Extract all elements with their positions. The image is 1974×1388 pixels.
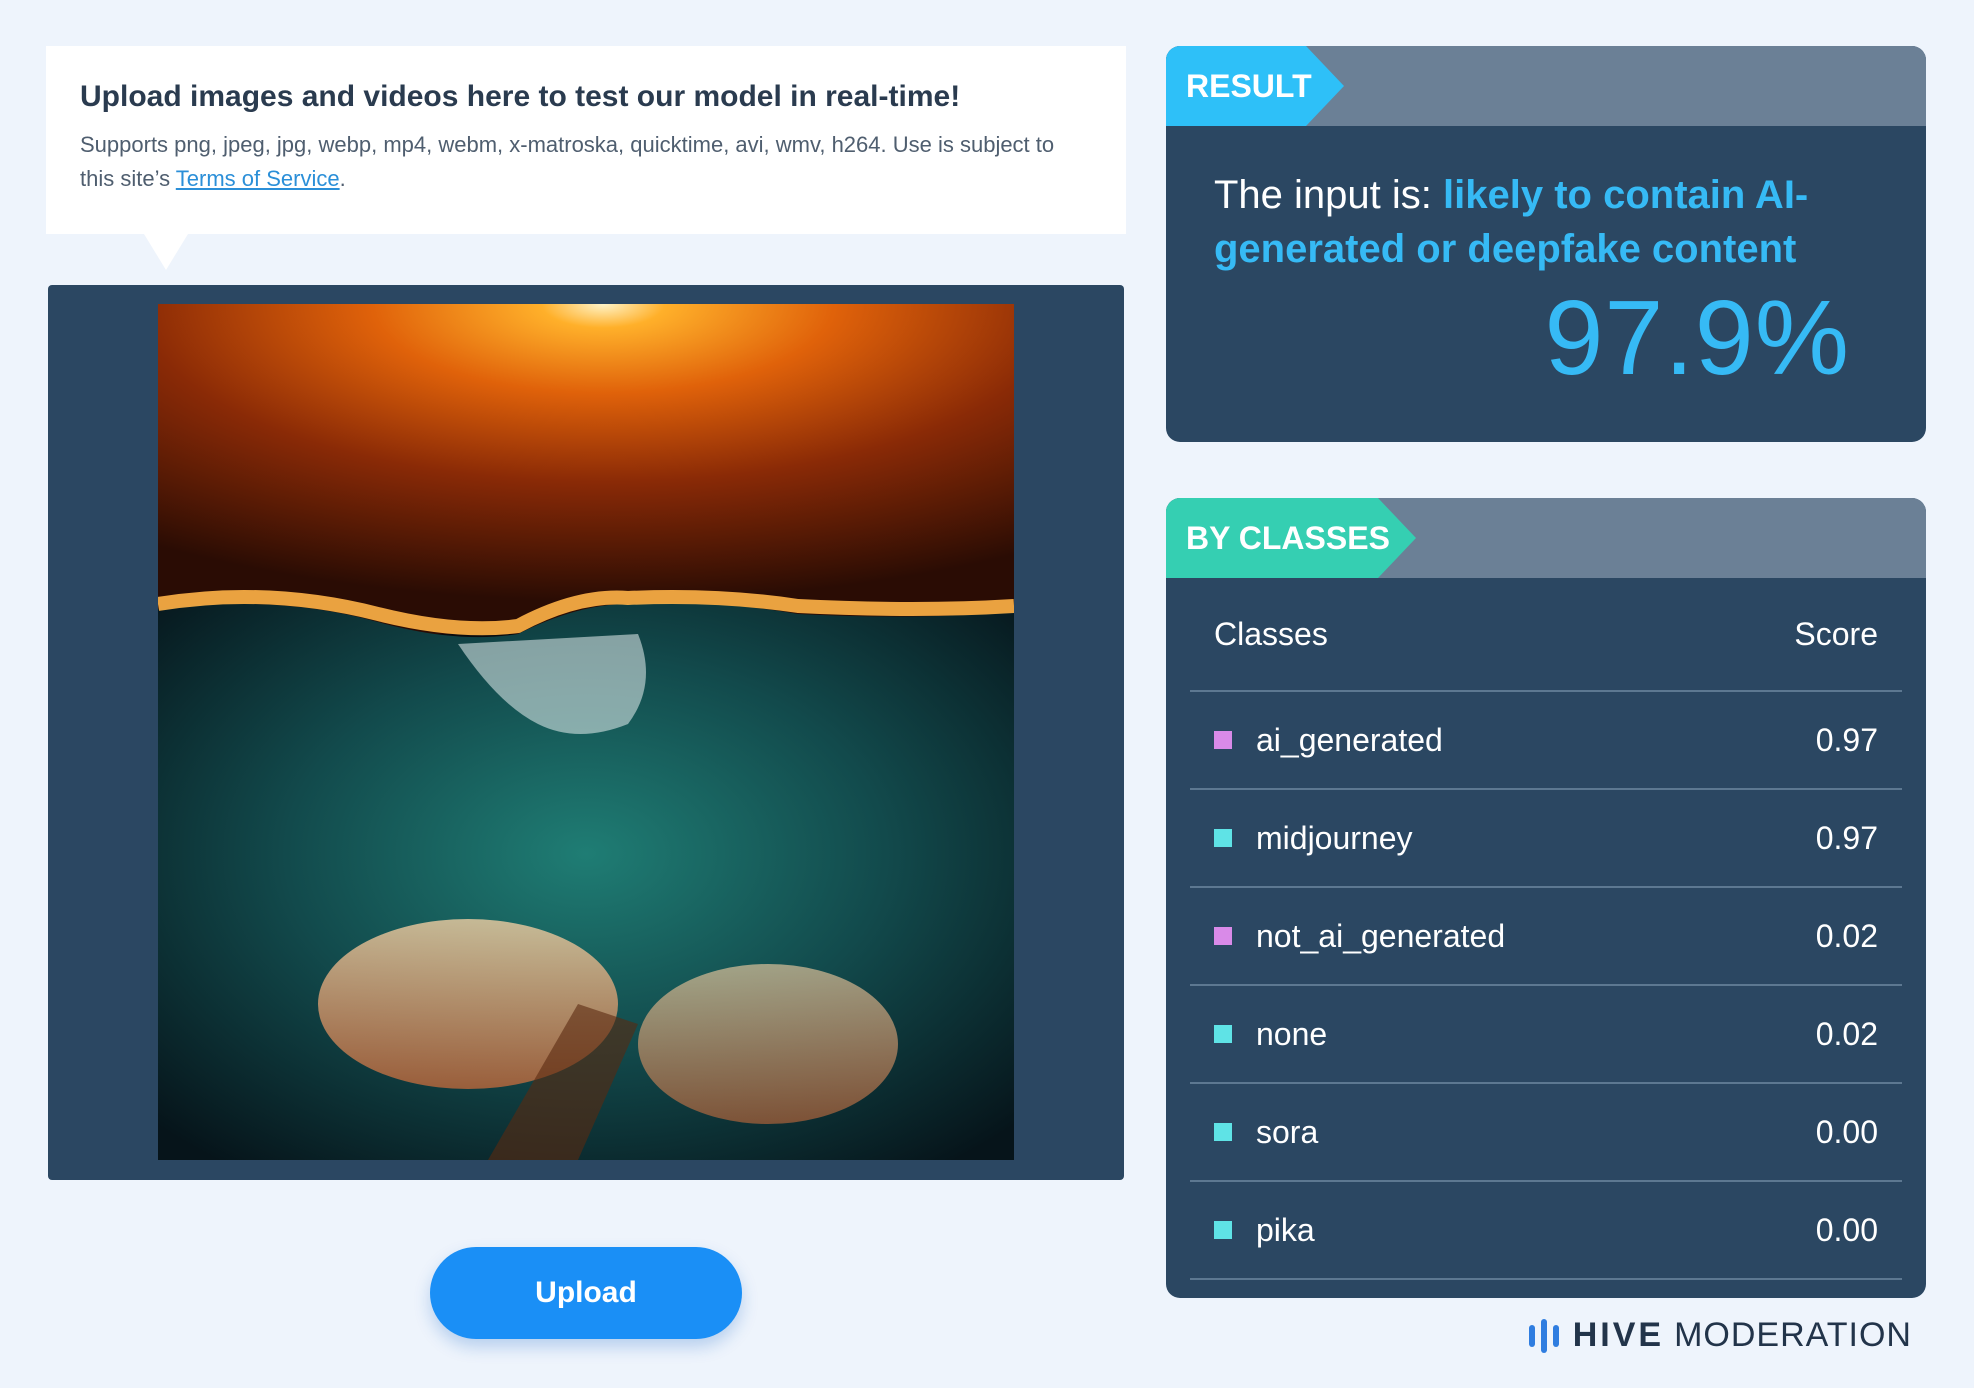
classes-panel: BY CLASSES Classes Score ai_generated 0.… [1166,498,1926,1298]
upload-button[interactable]: Upload [430,1247,742,1339]
info-title: Upload images and videos here to test ou… [80,80,961,113]
class-score: 0.00 [1815,1211,1878,1248]
terms-of-service-link[interactable]: Terms of Service [176,166,340,191]
subtitle-suffix: . [339,166,346,191]
info-card: Upload images and videos here to test ou… [46,46,1126,270]
table-row: sora 0.00 [1190,1084,1902,1182]
classes-column-header: Classes [1214,615,1328,652]
class-name: pika [1256,1211,1315,1248]
result-panel: RESULT The input is: likely to contain A… [1166,46,1926,442]
class-score: 0.02 [1815,917,1878,954]
class-color-swatch [1214,1221,1232,1239]
class-name: midjourney [1256,819,1413,856]
class-name: none [1256,1015,1328,1052]
class-score: 0.02 [1815,1015,1878,1052]
result-prefix: The input is: [1214,173,1444,217]
classes-table: Classes Score ai_generated 0.97 midjourn… [1190,578,1902,1280]
table-row: pika 0.00 [1190,1182,1902,1280]
classes-tag: BY CLASSES [1166,498,1416,578]
table-row: ai_generated 0.97 [1190,692,1902,790]
table-row: midjourney 0.97 [1190,790,1902,888]
result-panel-header: RESULT [1166,46,1926,126]
class-score: 0.97 [1815,721,1878,758]
class-color-swatch [1214,927,1232,945]
class-color-swatch [1214,731,1232,749]
uploaded-image [158,304,1014,1160]
table-header: Classes Score [1190,578,1902,692]
result-statement: The input is: likely to contain AI-gener… [1214,168,1834,276]
brand-hive: HIVE [1572,1316,1665,1354]
info-subtitle: Supports png, jpeg, jpg, webp, mp4, webm… [80,128,1092,196]
class-color-swatch [1214,1025,1232,1043]
result-score: 97.9% [1544,279,1850,397]
hive-moderation-logo[interactable]: HIVE MODERATION [1527,1316,1912,1355]
result-tag: RESULT [1166,46,1344,126]
class-color-swatch [1214,829,1232,847]
brand-moderation: MODERATION [1674,1316,1912,1354]
score-column-header: Score [1794,615,1878,652]
classes-panel-header: BY CLASSES [1166,498,1926,578]
media-preview [48,285,1124,1180]
class-name: ai_generated [1256,721,1443,758]
table-row: not_ai_generated 0.02 [1190,888,1902,986]
class-name: sora [1256,1113,1319,1150]
hive-bars-icon [1528,1318,1559,1353]
class-name: not_ai_generated [1256,917,1506,954]
class-color-swatch [1214,1123,1232,1141]
class-score: 0.00 [1815,1113,1878,1150]
class-score: 0.97 [1815,819,1878,856]
table-row: none 0.02 [1190,986,1902,1084]
